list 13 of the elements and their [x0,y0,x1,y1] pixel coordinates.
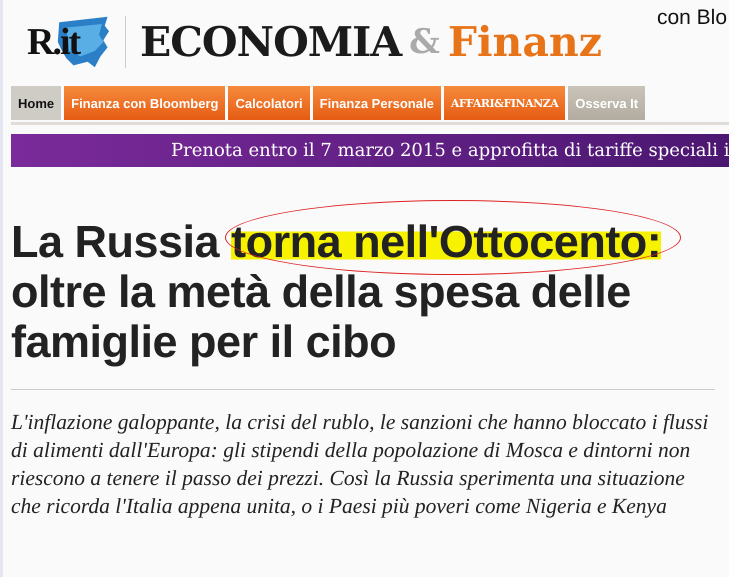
nav-tab[interactable]: Osserva It [568,86,646,120]
tagline: con Blo [656,6,727,30]
ampersand: & [409,22,440,62]
section-title: Finanz [448,18,602,66]
nav-tab[interactable]: Finanza Personale [312,86,441,120]
article-summary: L'inflazione galoppante, la crisi del rublo, le sanzioni che hanno bloccato i flussi di alimenti dall'Europa: gli stipendi della popolazione di Mosca e dintorni non riescono a tenere il passo dei prezzi. Così la Russia sperimenta una situazione che ricorda l'Italia appena unita, o i Paesi più poveri come Nigeria e Kenya [11,409,710,520]
headline: La Russia torna nell'Ottocento: oltre la metà della spesa delle famiglie per il cibo [11,217,721,367]
section-title: ECONOMIA [140,18,402,66]
promo-banner[interactable]: Prenota entro il 7 marzo 2015 e approfitta di tariffe speciali i [11,134,729,167]
nav-tab[interactable]: Calcolatori [228,86,310,120]
nav-tab[interactable]: Home [11,86,62,120]
nav-tab[interactable]: Finanza con Bloomberg [64,86,226,120]
nav-tab[interactable]: AFFARI&FINANZA [444,86,566,120]
